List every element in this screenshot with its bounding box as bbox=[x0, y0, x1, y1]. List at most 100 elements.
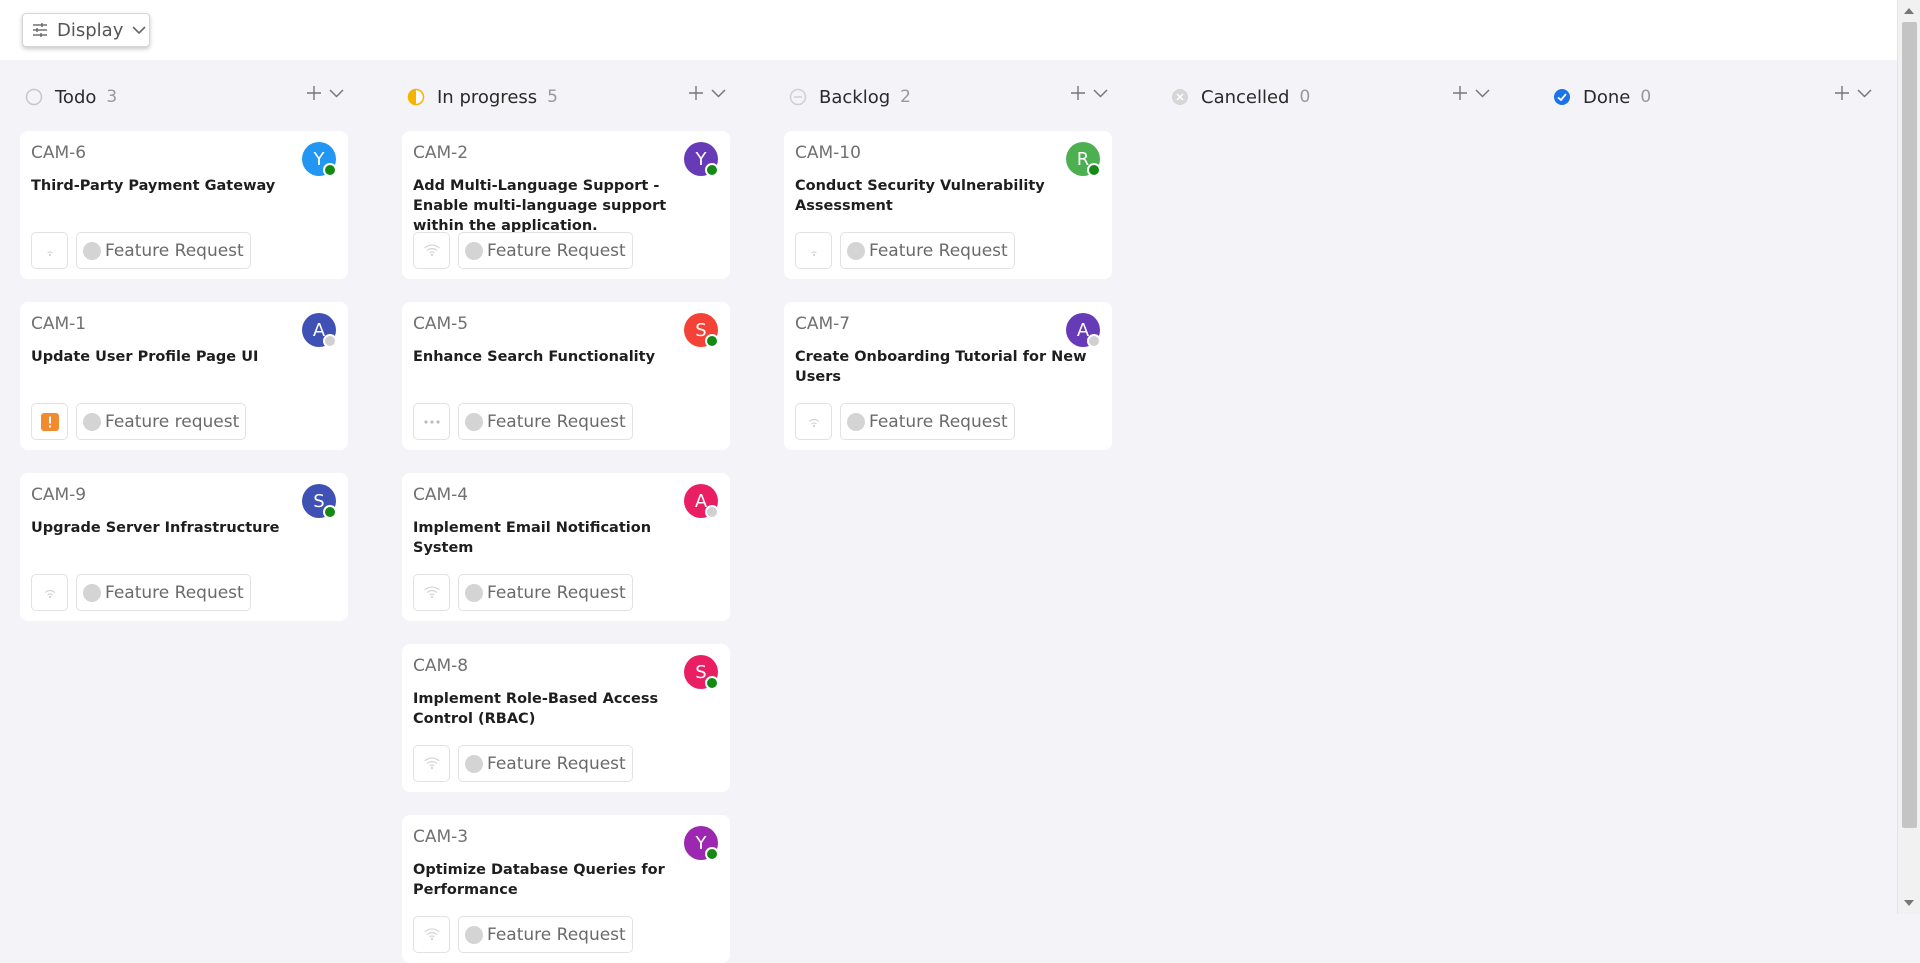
label-chip[interactable]: Feature Request bbox=[458, 232, 633, 269]
column-options-chevron-icon[interactable] bbox=[1093, 88, 1108, 98]
issue-id: CAM-6 bbox=[31, 143, 87, 163]
priority-button[interactable] bbox=[413, 232, 450, 269]
issue-card[interactable]: CAM-3 Optimize Database Queries for Perfo… bbox=[402, 815, 730, 963]
presence-indicator bbox=[323, 163, 337, 177]
label-text: Feature Request bbox=[869, 411, 1008, 432]
label-chip[interactable]: Feature Request bbox=[458, 403, 633, 440]
add-card-icon[interactable] bbox=[1453, 86, 1467, 100]
label-chip[interactable]: Feature Request bbox=[458, 745, 633, 782]
issue-id: CAM-4 bbox=[413, 485, 469, 505]
issue-title: Implement Role-Based Access Control (RBA… bbox=[413, 691, 659, 727]
column-title: Todo bbox=[55, 86, 97, 108]
priority-button[interactable] bbox=[31, 232, 68, 269]
assignee-avatar[interactable]: S bbox=[684, 655, 719, 690]
high-priority-icon bbox=[423, 242, 441, 260]
priority-button[interactable] bbox=[413, 574, 450, 611]
column-header: Done 0 bbox=[1548, 84, 1876, 110]
issue-title: Implement Email Notification System bbox=[413, 520, 652, 556]
priority-button[interactable] bbox=[31, 574, 68, 611]
column-options-chevron-icon[interactable] bbox=[1857, 88, 1872, 98]
issue-card[interactable]: CAM-2 Add Multi-Language Support - Enable… bbox=[402, 131, 730, 279]
issue-title: Conduct Security Vulnerability Assessmen… bbox=[795, 178, 1045, 214]
column-header: Backlog 2 bbox=[784, 84, 1112, 110]
issue-card[interactable]: CAM-5 Enhance Search Functionality S Featur… bbox=[402, 302, 730, 450]
issue-card[interactable]: CAM-6 Third-Party Payment Gateway Y Feature… bbox=[20, 131, 348, 279]
medium-priority-icon bbox=[805, 413, 823, 431]
add-card-icon[interactable] bbox=[1071, 86, 1085, 100]
label-chip[interactable]: Feature Request bbox=[840, 403, 1015, 440]
issue-title: Update User Profile Page UI bbox=[31, 349, 259, 365]
issue-title: Create Onboarding Tutorial for New Users bbox=[795, 349, 1087, 385]
top-toolbar: Display bbox=[0, 0, 1897, 60]
label-chip[interactable]: Feature Request bbox=[458, 574, 633, 611]
issue-card[interactable]: CAM-10 Conduct Security Vulnerability Ass… bbox=[784, 131, 1112, 279]
column-title: Cancelled bbox=[1201, 86, 1290, 108]
display-label: Display bbox=[57, 19, 124, 41]
issue-title: Add Multi-Language Support - Enable mult… bbox=[413, 178, 667, 234]
column-done: Done 0 bbox=[1548, 84, 1876, 110]
issue-id: CAM-9 bbox=[31, 485, 87, 505]
column-options-chevron-icon[interactable] bbox=[329, 88, 344, 98]
half-circle-icon bbox=[407, 88, 425, 106]
assignee-avatar[interactable]: R bbox=[1066, 142, 1101, 177]
priority-button[interactable] bbox=[31, 403, 68, 440]
presence-indicator bbox=[1087, 334, 1101, 348]
label-chip[interactable]: Feature Request bbox=[458, 916, 633, 953]
assignee-avatar[interactable]: Y bbox=[302, 142, 337, 177]
display-button[interactable]: Display bbox=[22, 13, 150, 47]
scroll-thumb[interactable] bbox=[1902, 22, 1917, 828]
column-count: 0 bbox=[1640, 87, 1652, 107]
column-header: Cancelled 0 bbox=[1166, 84, 1494, 110]
label-text: Feature Request bbox=[487, 582, 626, 603]
add-card-icon[interactable] bbox=[689, 86, 703, 100]
assignee-avatar[interactable]: S bbox=[684, 313, 719, 348]
label-text: Feature request bbox=[105, 411, 240, 432]
label-dot-icon bbox=[465, 412, 483, 431]
label-chip[interactable]: Feature Request bbox=[76, 574, 251, 611]
presence-indicator bbox=[705, 676, 719, 690]
issue-title: Upgrade Server Infrastructure bbox=[31, 520, 280, 536]
priority-button[interactable] bbox=[795, 232, 832, 269]
low-priority-icon bbox=[805, 242, 823, 260]
assignee-avatar[interactable]: Y bbox=[684, 142, 719, 177]
issue-title: Enhance Search Functionality bbox=[413, 349, 656, 365]
presence-indicator bbox=[705, 505, 719, 519]
presence-indicator bbox=[323, 505, 337, 519]
assignee-avatar[interactable]: S bbox=[302, 484, 337, 519]
label-chip[interactable]: Feature Request bbox=[840, 232, 1015, 269]
add-card-icon[interactable] bbox=[307, 86, 321, 100]
issue-card[interactable]: CAM-9 Upgrade Server Infrastructure S Featu… bbox=[20, 473, 348, 621]
column-options-chevron-icon[interactable] bbox=[1475, 88, 1490, 98]
label-chip[interactable]: Feature Request bbox=[76, 232, 251, 269]
label-chip[interactable]: Feature request bbox=[76, 403, 247, 440]
scroll-down-arrow-icon[interactable] bbox=[1904, 900, 1914, 906]
label-text: Feature Request bbox=[487, 924, 626, 945]
low-priority-icon bbox=[41, 242, 59, 260]
urgent-priority-icon bbox=[40, 412, 59, 431]
no-priority-icon bbox=[423, 419, 441, 425]
priority-button[interactable] bbox=[795, 403, 832, 440]
issue-id: CAM-10 bbox=[795, 143, 861, 163]
label-text: Feature Request bbox=[869, 240, 1008, 261]
issue-id: CAM-7 bbox=[795, 314, 851, 334]
issue-card[interactable]: CAM-7 Create Onboarding Tutorial for New … bbox=[784, 302, 1112, 450]
vertical-scrollbar[interactable] bbox=[1897, 0, 1920, 914]
priority-button[interactable] bbox=[413, 916, 450, 953]
assignee-avatar[interactable]: A bbox=[302, 313, 337, 348]
assignee-avatar[interactable]: A bbox=[1066, 313, 1101, 348]
issue-card[interactable]: CAM-8 Implement Role-Based Access Control… bbox=[402, 644, 730, 792]
column-options-chevron-icon[interactable] bbox=[711, 88, 726, 98]
label-dot-icon bbox=[465, 583, 483, 602]
chevron-down-icon bbox=[132, 25, 146, 34]
add-card-icon[interactable] bbox=[1835, 86, 1849, 100]
issue-id: CAM-8 bbox=[413, 656, 469, 676]
scroll-up-arrow-icon[interactable] bbox=[1904, 8, 1914, 14]
sliders-icon bbox=[33, 23, 47, 37]
priority-button[interactable] bbox=[413, 403, 450, 440]
priority-button[interactable] bbox=[413, 745, 450, 782]
assignee-avatar[interactable]: A bbox=[684, 484, 719, 519]
issue-card[interactable]: CAM-4 Implement Email Notification System… bbox=[402, 473, 730, 621]
cancelled-circle-icon bbox=[1171, 88, 1189, 106]
assignee-avatar[interactable]: Y bbox=[684, 826, 719, 861]
issue-card[interactable]: CAM-1 Update User Profile Page UI A Feature… bbox=[20, 302, 348, 450]
